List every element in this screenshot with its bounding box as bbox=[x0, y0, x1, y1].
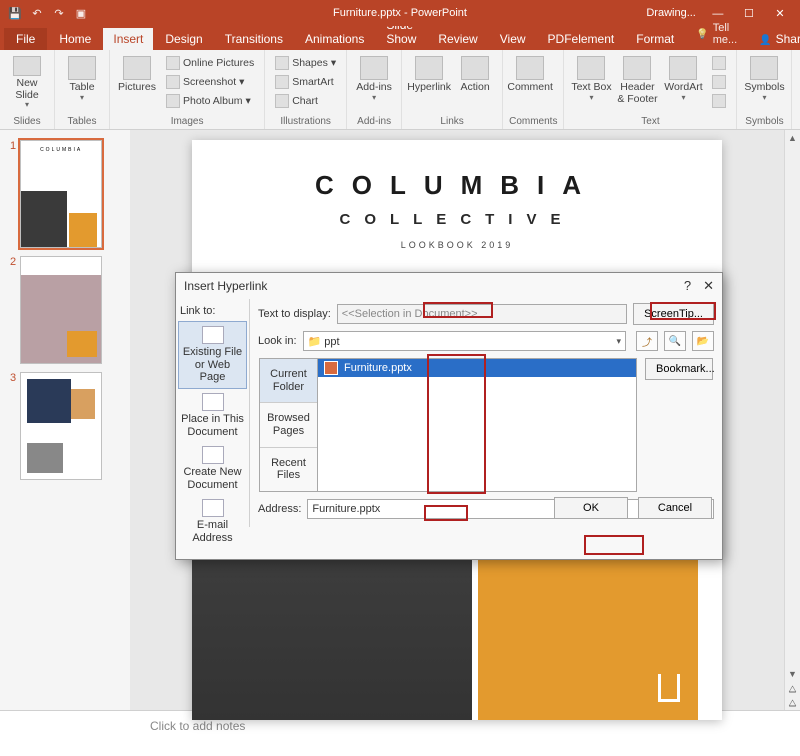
dialog-title: Insert Hyperlink bbox=[184, 279, 267, 293]
prev-slide-icon[interactable]: ⧋ bbox=[785, 682, 800, 696]
tab-review[interactable]: Review bbox=[428, 28, 487, 50]
pptx-icon bbox=[324, 361, 338, 375]
screenshot-button[interactable]: Screenshot ▾ bbox=[162, 73, 258, 91]
tab-pdfelement[interactable]: PDFelement bbox=[538, 28, 625, 50]
photo-album-button[interactable]: Photo Album ▾ bbox=[162, 92, 258, 110]
online-pictures-button[interactable]: Online Pictures bbox=[162, 54, 258, 72]
link-create-new[interactable]: Create New Document bbox=[178, 442, 247, 495]
browse-web-icon[interactable]: 🔍 bbox=[664, 331, 686, 351]
tab-recent-files[interactable]: Recent Files bbox=[260, 448, 317, 491]
title-bar: 💾 ↶ ↷ ▣ Furniture.pptx - PowerPoint Draw… bbox=[0, 0, 800, 26]
help-icon[interactable]: ? bbox=[684, 278, 691, 294]
group-comments: Comment Comments bbox=[503, 50, 564, 129]
symbols-button[interactable]: Symbols bbox=[743, 52, 785, 110]
look-in-combo[interactable]: 📁 ppt bbox=[303, 331, 626, 351]
link-existing-file[interactable]: Existing File or Web Page bbox=[178, 321, 247, 389]
ok-button[interactable]: OK bbox=[554, 497, 628, 519]
text-to-display-label: Text to display: bbox=[258, 308, 331, 320]
vertical-scrollbar[interactable]: ▲ ▼ ⧋ ⧋ bbox=[784, 130, 800, 710]
group-illustrations: Shapes ▾ SmartArt Chart Illustrations bbox=[265, 50, 347, 129]
object-button[interactable] bbox=[708, 92, 730, 110]
group-media: Media Media bbox=[792, 50, 800, 129]
undo-icon[interactable]: ↶ bbox=[28, 4, 46, 22]
group-tables: Table Tables bbox=[55, 50, 110, 129]
share-button[interactable]: Share bbox=[749, 28, 800, 50]
insert-hyperlink-dialog: Insert Hyperlink ? ✕ Link to: Existing F… bbox=[175, 272, 723, 560]
save-icon[interactable]: 💾 bbox=[6, 4, 24, 22]
tab-browsed-pages[interactable]: Browsed Pages bbox=[260, 403, 317, 447]
shapes-button[interactable]: Shapes ▾ bbox=[271, 54, 340, 72]
group-addins: Add-ins Add-ins bbox=[347, 50, 402, 129]
slide-number-button[interactable] bbox=[708, 73, 730, 91]
text-box-button[interactable]: Text Box bbox=[570, 52, 612, 110]
tab-current-folder[interactable]: Current Folder bbox=[260, 359, 317, 403]
thumbnail-3[interactable] bbox=[20, 372, 102, 480]
group-slides: New Slide Slides bbox=[0, 50, 55, 129]
address-label: Address: bbox=[258, 503, 301, 515]
link-place-in-doc[interactable]: Place in This Document bbox=[178, 389, 247, 442]
thumbnail-1[interactable]: COLUMBIA bbox=[20, 140, 102, 248]
action-button[interactable]: Action bbox=[454, 52, 496, 110]
slide-caption: LOOKBOOK 2019 bbox=[192, 240, 722, 250]
file-list[interactable]: Furniture.pptx bbox=[317, 358, 637, 492]
link-to-label: Link to: bbox=[178, 303, 247, 321]
tab-format[interactable]: Format bbox=[626, 28, 684, 50]
table-button[interactable]: Table bbox=[61, 52, 103, 110]
dialog-close-icon[interactable]: ✕ bbox=[703, 278, 714, 294]
tab-design[interactable]: Design bbox=[155, 28, 212, 50]
text-to-display-input[interactable] bbox=[337, 304, 627, 324]
chart-button[interactable]: Chart bbox=[271, 92, 340, 110]
slide-title: COLUMBIA bbox=[192, 170, 722, 201]
comment-button[interactable]: Comment bbox=[509, 52, 551, 110]
browse-tab-pane: Current Folder Browsed Pages Recent File… bbox=[259, 358, 317, 492]
slide-subtitle: COLLECTIVE bbox=[192, 211, 722, 228]
group-images: Pictures Online Pictures Screenshot ▾ Ph… bbox=[110, 50, 265, 129]
thumbnail-2[interactable] bbox=[20, 256, 102, 364]
quick-access-toolbar: 💾 ↶ ↷ ▣ bbox=[0, 4, 90, 22]
browse-file-icon[interactable]: 📂 bbox=[692, 331, 714, 351]
group-text: Text Box Header & Footer WordArt Text bbox=[564, 50, 737, 129]
tab-home[interactable]: Home bbox=[49, 28, 101, 50]
wordart-button[interactable]: WordArt bbox=[662, 52, 704, 110]
window-title: Furniture.pptx - PowerPoint bbox=[333, 7, 467, 19]
dialog-title-bar: Insert Hyperlink ? ✕ bbox=[176, 273, 722, 299]
hyperlink-button[interactable]: Hyperlink bbox=[408, 52, 450, 110]
tab-file[interactable]: File bbox=[4, 28, 47, 50]
link-to-panel: Link to: Existing File or Web Page Place… bbox=[176, 299, 250, 527]
group-links: Hyperlink Action Links bbox=[402, 50, 503, 129]
tab-animations[interactable]: Animations bbox=[295, 28, 374, 50]
ribbon-tabs: File Home Insert Design Transitions Anim… bbox=[0, 26, 800, 50]
bookmark-button[interactable]: Bookmark... bbox=[645, 358, 713, 380]
look-in-label: Look in: bbox=[258, 335, 297, 347]
close-button[interactable]: ✕ bbox=[766, 7, 794, 20]
pictures-button[interactable]: Pictures bbox=[116, 52, 158, 110]
tab-insert[interactable]: Insert bbox=[103, 28, 153, 50]
slide-thumbnails: 1 COLUMBIA 2 3 bbox=[0, 130, 130, 710]
cancel-button[interactable]: Cancel bbox=[638, 497, 712, 519]
scroll-up-icon[interactable]: ▲ bbox=[785, 130, 800, 146]
scroll-down-icon[interactable]: ▼ bbox=[785, 666, 800, 682]
notes-placeholder: Click to add notes bbox=[150, 719, 245, 733]
up-folder-icon[interactable]: ⤴ bbox=[636, 331, 658, 351]
tab-view[interactable]: View bbox=[490, 28, 536, 50]
group-symbols: Symbols Symbols bbox=[737, 50, 792, 129]
tell-me[interactable]: Tell me... bbox=[686, 18, 747, 50]
link-email[interactable]: E-mail Address bbox=[178, 495, 247, 548]
new-slide-button[interactable]: New Slide bbox=[6, 52, 48, 110]
tab-transitions[interactable]: Transitions bbox=[215, 28, 293, 50]
addins-button[interactable]: Add-ins bbox=[353, 52, 395, 110]
slideshow-icon[interactable]: ▣ bbox=[72, 4, 90, 22]
next-slide-icon[interactable]: ⧋ bbox=[785, 696, 800, 710]
date-time-button[interactable] bbox=[708, 54, 730, 72]
redo-icon[interactable]: ↷ bbox=[50, 4, 68, 22]
ribbon: New Slide Slides Table Tables Pictures O… bbox=[0, 50, 800, 130]
header-footer-button[interactable]: Header & Footer bbox=[616, 52, 658, 110]
smartart-button[interactable]: SmartArt bbox=[271, 73, 340, 91]
file-item[interactable]: Furniture.pptx bbox=[318, 359, 636, 377]
screentip-button[interactable]: ScreenTip... bbox=[633, 303, 714, 325]
